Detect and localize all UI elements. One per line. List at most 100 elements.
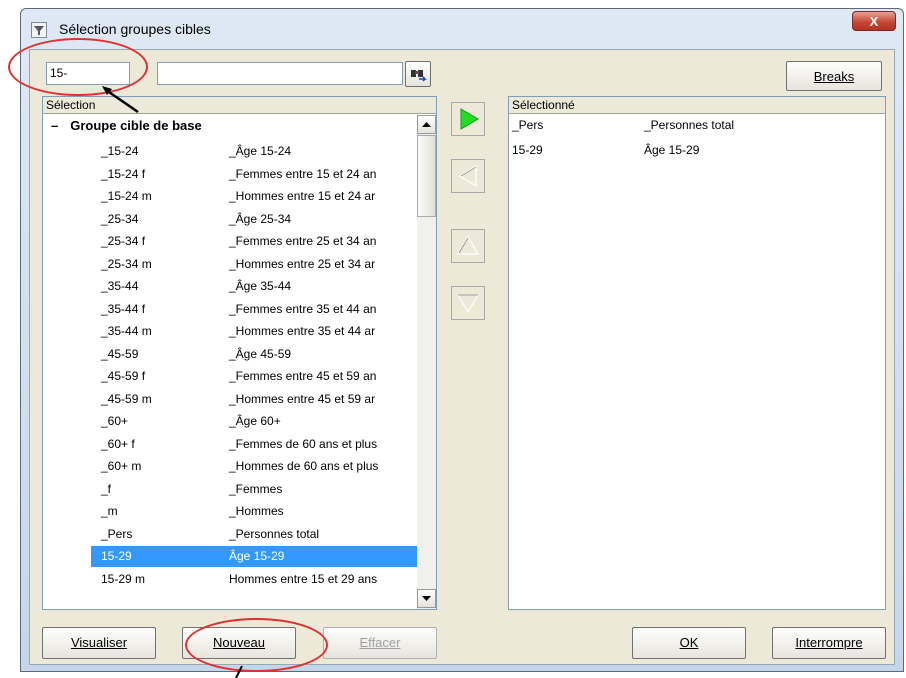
play-right-icon [460, 108, 479, 130]
add-selection-button[interactable] [451, 102, 485, 136]
title-bar: Sélection groupes cibles X [21, 9, 903, 49]
item-description: _Âge 45-59 [229, 346, 292, 361]
item-description: _Hommes entre 25 et 34 ar [229, 256, 376, 271]
item-code: _f [101, 481, 112, 496]
triangle-left-icon [458, 164, 477, 188]
item-description: _Femmes entre 35 et 44 an [229, 301, 377, 316]
list-item[interactable]: _Pers _Personnes total [91, 524, 427, 545]
item-code: _15-24 [101, 144, 139, 158]
annotation-oval-nouveau [185, 618, 328, 672]
effacer-label: Effacer [359, 635, 401, 650]
item-code: _m [101, 504, 118, 518]
item-code: _Pers [101, 526, 133, 541]
interrompre-label: Interrompre [795, 635, 863, 650]
item-description: _Hommes entre 35 et 44 ar [229, 324, 376, 338]
scroll-up-arrow[interactable] [417, 115, 436, 134]
selected-column-header: Sélectionné [509, 97, 885, 114]
item-code: _35-44 [101, 279, 139, 293]
list-item[interactable]: _60+ f _Femmes de 60 ans et plus [91, 434, 427, 455]
list-item[interactable]: _f _Femmes [91, 479, 427, 500]
list-item[interactable]: _35-44 m _Hommes entre 35 et 44 ar [91, 321, 427, 342]
arrow-up-icon [422, 122, 431, 127]
item-code: _35-44 f [101, 301, 146, 316]
list-item[interactable]: _60+ m _Hommes de 60 ans et plus [91, 456, 427, 477]
filter-icon [31, 22, 47, 38]
item-code: _60+ [101, 414, 129, 428]
item-code: _15-24 f [101, 166, 146, 181]
item-description: Âge 15-29 [229, 549, 285, 563]
window-title: Sélection groupes cibles [59, 21, 211, 37]
list-rows: _15-24 _Âge 15-24 _15-24 f _Femmes entre 15… [51, 141, 427, 609]
visualiser-label: Visualiser [70, 635, 128, 650]
list-item[interactable]: _45-59 m _Hommes entre 45 et 59 ar [91, 389, 427, 410]
list-item[interactable]: _60+ _Âge 60+ [91, 411, 427, 432]
visualiser-button[interactable]: Visualiser [42, 627, 156, 659]
triangle-up-icon [456, 235, 480, 255]
ok-label: OK [679, 635, 699, 650]
annotation-arrow-icon [102, 86, 139, 114]
dialog-client-area: 15- Breaks Sélection – Groupe cible de ba… [29, 49, 895, 665]
item-description: _Hommes [229, 504, 284, 518]
item-code: 15-29 [101, 549, 132, 563]
item-description: _Âge 60+ [229, 414, 281, 428]
item-code: _25-34 m [101, 256, 152, 271]
item-description: _Hommes de 60 ans et plus [229, 459, 379, 473]
list-item[interactable]: _45-59 _Âge 45-59 [91, 344, 427, 365]
breaks-button[interactable]: Breaks [786, 61, 882, 91]
item-code: _35-44 m [101, 324, 152, 338]
list-item[interactable]: _25-34 m _Hommes entre 25 et 34 ar [91, 254, 427, 275]
item-description: Âge 15-29 [644, 143, 700, 157]
remove-selection-button[interactable] [451, 159, 485, 193]
ok-button[interactable]: OK [632, 627, 746, 659]
selected-item[interactable]: _Pers _Personnes total [509, 115, 879, 136]
item-description: _Âge 35-44 [229, 279, 292, 293]
find-button[interactable] [405, 61, 431, 87]
item-code: 15-29 [512, 143, 543, 157]
scroll-thumb[interactable] [417, 135, 436, 217]
triangle-down-icon [456, 294, 480, 314]
item-code: _45-59 f [101, 369, 146, 383]
item-description: _Hommes entre 15 et 24 ar [229, 189, 376, 203]
list-item[interactable]: _45-59 f _Femmes entre 45 et 59 an [91, 366, 427, 387]
item-code: _45-59 m [101, 391, 152, 406]
item-description: _Femmes de 60 ans et plus [229, 436, 378, 451]
binoculars-icon [411, 70, 427, 82]
breaks-label: Breaks [813, 69, 855, 84]
item-description: _Femmes entre 45 et 59 an [229, 369, 377, 383]
list-item[interactable]: _15-24 f _Femmes entre 15 et 24 an [91, 164, 427, 185]
item-code: _25-34 [101, 211, 139, 226]
dialog-window: Sélection groupes cibles X 15- Breaks Sé… [20, 8, 904, 672]
text-search-input[interactable] [157, 62, 403, 85]
effacer-button[interactable]: Effacer [323, 627, 437, 659]
item-code: _15-24 m [101, 189, 152, 203]
vertical-scrollbar[interactable] [417, 115, 436, 609]
close-button[interactable]: X [852, 11, 896, 31]
list-item[interactable]: _35-44 _Âge 35-44 [91, 276, 427, 297]
item-description: _Femmes entre 25 et 34 an [229, 234, 377, 248]
selected-list[interactable]: Sélectionné _Pers _Personnes total 15-29 Âg… [508, 96, 886, 610]
list-item[interactable]: 15-29 m Hommes entre 15 et 29 ans [91, 569, 427, 590]
item-description: Hommes entre 15 et 29 ans [229, 571, 378, 586]
item-code: _Pers [512, 118, 544, 132]
tree-group-node[interactable]: – Groupe cible de base [51, 115, 411, 137]
list-item[interactable]: _15-24 _Âge 15-24 [91, 141, 427, 162]
item-description: _Âge 25-34 [229, 211, 292, 226]
list-item[interactable]: _15-24 m _Hommes entre 15 et 24 ar [91, 186, 427, 207]
list-item[interactable]: _35-44 f _Femmes entre 35 et 44 an [91, 299, 427, 320]
move-up-button[interactable] [451, 229, 485, 263]
list-item[interactable]: _25-34 _Âge 25-34 [91, 209, 427, 230]
selection-list[interactable]: Sélection – Groupe cible de base _15-24 _Â… [42, 96, 437, 610]
collapse-icon: – [51, 118, 59, 133]
item-description: _Âge 15-24 [229, 144, 292, 158]
selected-item[interactable]: 15-29 Âge 15-29 [509, 140, 879, 161]
item-code: _60+ m [101, 459, 142, 473]
interrompre-button[interactable]: Interrompre [772, 627, 886, 659]
item-code: 15-29 m [101, 571, 146, 586]
scroll-down-arrow[interactable] [417, 589, 436, 608]
list-item[interactable]: _m _Hommes [91, 501, 427, 522]
list-item[interactable]: _25-34 f _Femmes entre 25 et 34 an [91, 231, 427, 252]
annotation-line [235, 665, 243, 678]
item-description: _Femmes [229, 481, 283, 496]
list-item[interactable]: 15-29 Âge 15-29 [91, 546, 427, 567]
move-down-button[interactable] [451, 286, 485, 320]
